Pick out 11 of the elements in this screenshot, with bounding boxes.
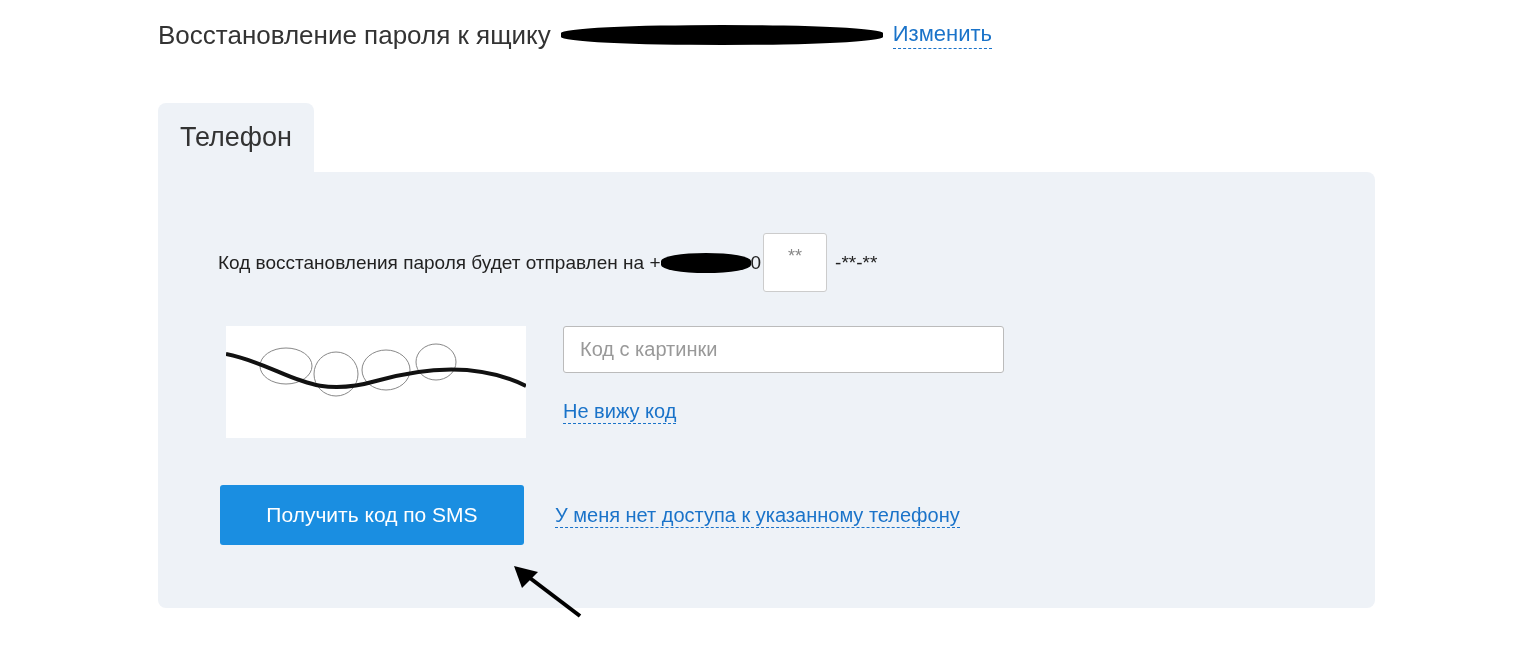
captcha-field[interactable]: Код с картинки [563, 326, 1004, 373]
no-access-link[interactable]: У меня нет доступа к указанному телефону [555, 502, 960, 528]
page-heading: Восстановление пароля к ящику [158, 19, 551, 51]
refresh-captcha-link[interactable]: Не вижу код [563, 399, 677, 424]
get-sms-code-button[interactable]: Получить код по SMS [220, 485, 524, 545]
digits-field[interactable]: ** [763, 233, 828, 292]
recovery-text: Код восстановления пароля будет отправлен на + [218, 251, 661, 274]
change-link[interactable]: Изменить [892, 21, 992, 49]
phone-tail: -**-** [835, 251, 878, 274]
phone-digit: 0 [750, 251, 762, 274]
tab[interactable]: Телефон [158, 103, 314, 172]
